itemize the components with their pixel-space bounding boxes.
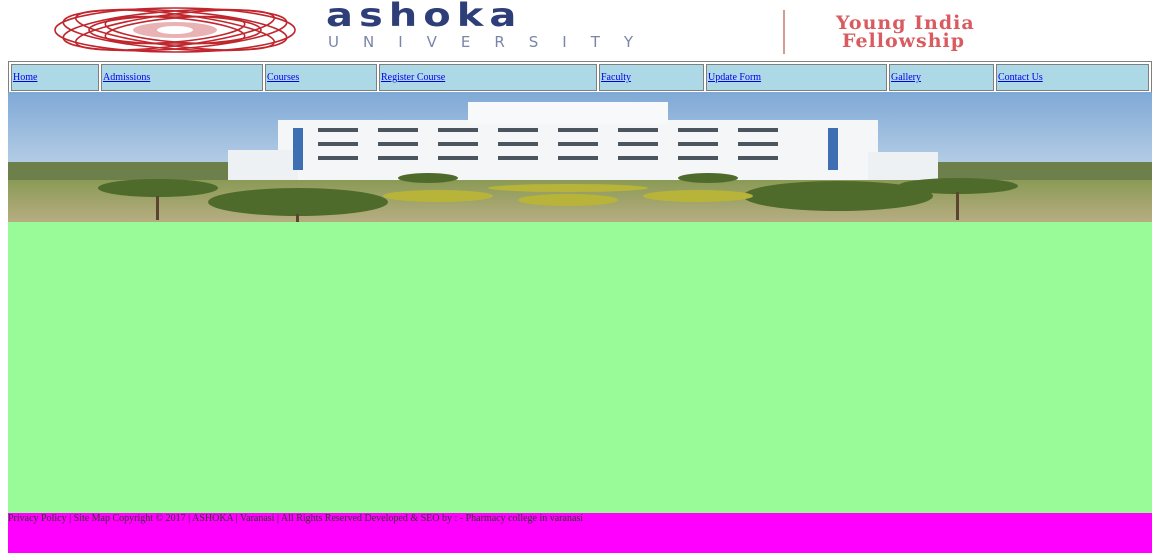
nav-link-courses[interactable]: Courses [267,72,299,83]
campus-banner-image [8,92,1152,222]
ashoka-logo-mark-icon [54,7,296,53]
footer-text: Privacy Policy | Site Map Copyright © 20… [8,513,584,524]
nav-link-register-course[interactable]: Register Course [381,72,445,83]
nav-link-update-form[interactable]: Update Form [708,72,761,83]
fellowship-line-2: Fellowship [842,30,966,52]
site-footer: Privacy Policy | Site Map Copyright © 20… [8,513,1152,553]
nav-link-contact-us[interactable]: Contact Us [998,72,1043,83]
nav-link-admissions[interactable]: Admissions [103,72,150,83]
logo-divider [783,10,785,54]
campus-building-illustration [8,92,1152,222]
main-navigation: Home Admissions Courses Register Course … [8,61,1152,94]
nav-cell-faculty: Faculty [599,64,704,91]
main-content-area [8,222,1152,513]
nav-cell-courses: Courses [265,64,377,91]
logo-subtitle: UNIVERSITY [328,33,658,51]
nav-cell-gallery: Gallery [889,64,994,91]
logo-wordmark: ashoka [326,0,523,34]
nav-cell-admissions: Admissions [101,64,263,91]
nav-link-gallery[interactable]: Gallery [891,72,921,83]
nav-link-home[interactable]: Home [13,72,37,83]
nav-cell-update-form: Update Form [706,64,887,91]
fellowship-logo: Young India Fellowship [836,14,1152,52]
nav-link-faculty[interactable]: Faculty [601,72,631,83]
site-header: ashoka UNIVERSITY Young India Fellowship [8,0,1152,60]
nav-cell-home: Home [11,64,99,91]
nav-cell-contact-us: Contact Us [996,64,1149,91]
nav-cell-register-course: Register Course [379,64,597,91]
